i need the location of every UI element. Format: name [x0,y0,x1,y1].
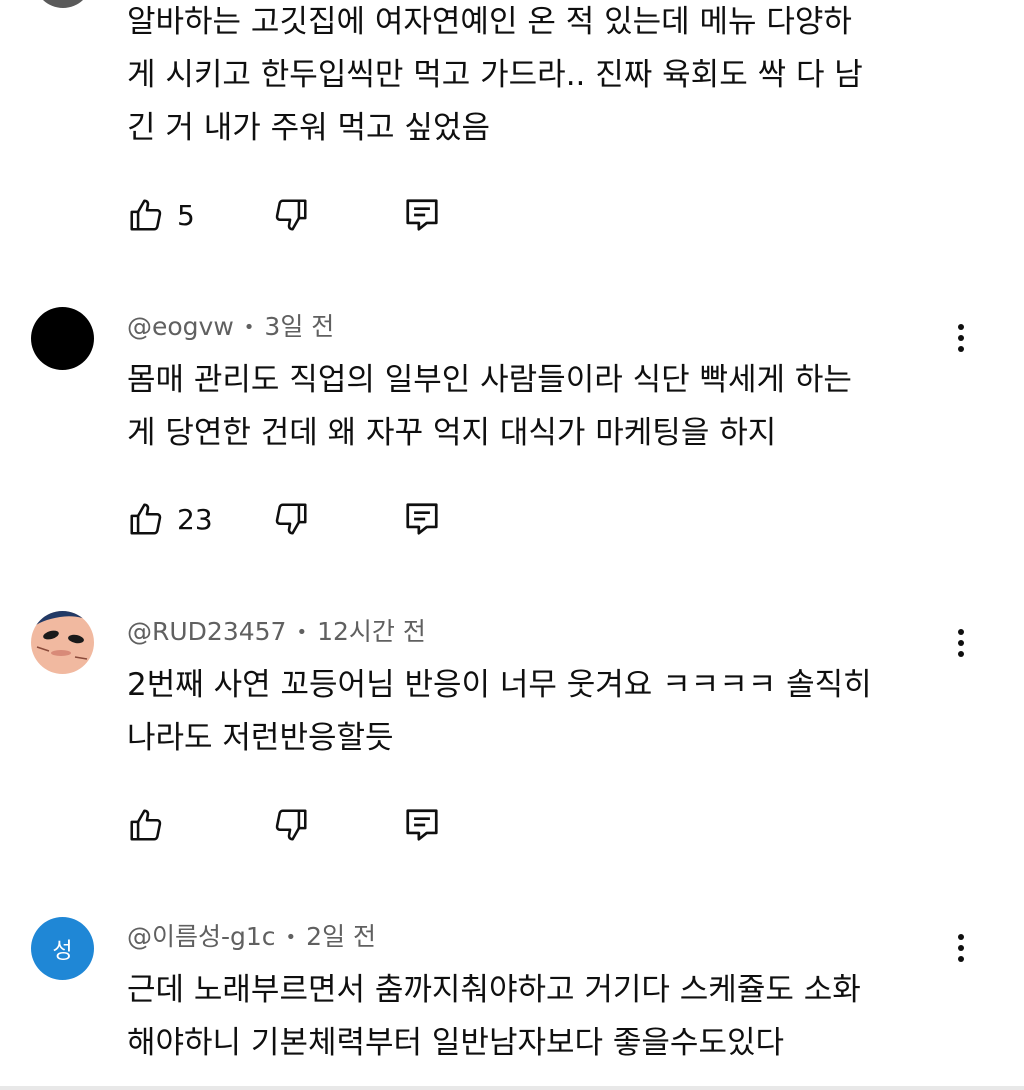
author-name[interactable]: @eogvw [127,312,234,341]
thumbs-up-icon [130,503,162,535]
dislike-button[interactable] [272,803,310,847]
comment-text: 몸매 관리도 직업의 일부인 사람들이라 식단 빡세게 하는 게 당연한 건데 … [127,362,852,451]
comment-actions: 5 [0,193,1024,237]
reply-button[interactable] [403,193,441,237]
more-vert-icon[interactable] [946,318,976,358]
comment-time[interactable]: 3일 전 [264,312,334,341]
comment-actions: 23 [0,497,1024,541]
like-button[interactable]: 5 [127,193,195,237]
comment-time[interactable]: 2일 전 [306,922,376,951]
thumbs-down-icon [275,199,307,231]
avatar[interactable] [31,611,94,674]
comment-text: 알바하는 고깃집에 여자연예인 온 적 있는데 메뉴 다양하 게 시키고 한두입… [127,4,863,146]
like-count: 23 [177,502,213,536]
more-vert-icon[interactable] [946,928,976,968]
comment-meta: @eogvw • 3일 전 [127,312,335,341]
comment-text: 근데 노래부르면서 춤까지춰야하고 거기다 스케쥴도 소화 해야하니 기본체력부… [127,972,861,1061]
thumbs-down-icon [275,809,307,841]
dislike-button[interactable] [272,497,310,541]
avatar-illustration [31,611,94,674]
thumbs-down-icon [275,503,307,535]
more-vert-icon[interactable] [946,623,976,663]
avatar[interactable] [34,0,92,8]
reply-icon [406,809,438,841]
thumbs-up-icon [130,199,162,231]
like-button[interactable] [127,803,165,847]
comment-meta: @RUD23457 • 12시간 전 [127,617,426,646]
comment-text: 2번째 사연 꼬등어님 반응이 너무 웃겨요 ㅋㅋㅋㅋ 솔직히 나라도 저런반응… [127,667,872,756]
author-name[interactable]: @이름성-g1c [127,922,276,951]
dislike-button[interactable] [272,193,310,237]
thumbs-up-icon [130,809,162,841]
reply-icon [406,503,438,535]
comment-time[interactable]: 12시간 전 [317,617,426,646]
avatar[interactable]: 성 [31,917,94,980]
comment-actions [0,803,1024,847]
avatar-letter: 성 [52,938,73,964]
reply-icon [406,199,438,231]
reply-button[interactable] [403,803,441,847]
like-button[interactable]: 23 [127,497,213,541]
like-count: 5 [177,198,195,232]
divider [0,1086,1024,1090]
avatar[interactable] [31,307,94,370]
author-name[interactable]: @RUD23457 [127,617,286,646]
comment-meta: @이름성-g1c • 2일 전 [127,922,377,951]
reply-button[interactable] [403,497,441,541]
